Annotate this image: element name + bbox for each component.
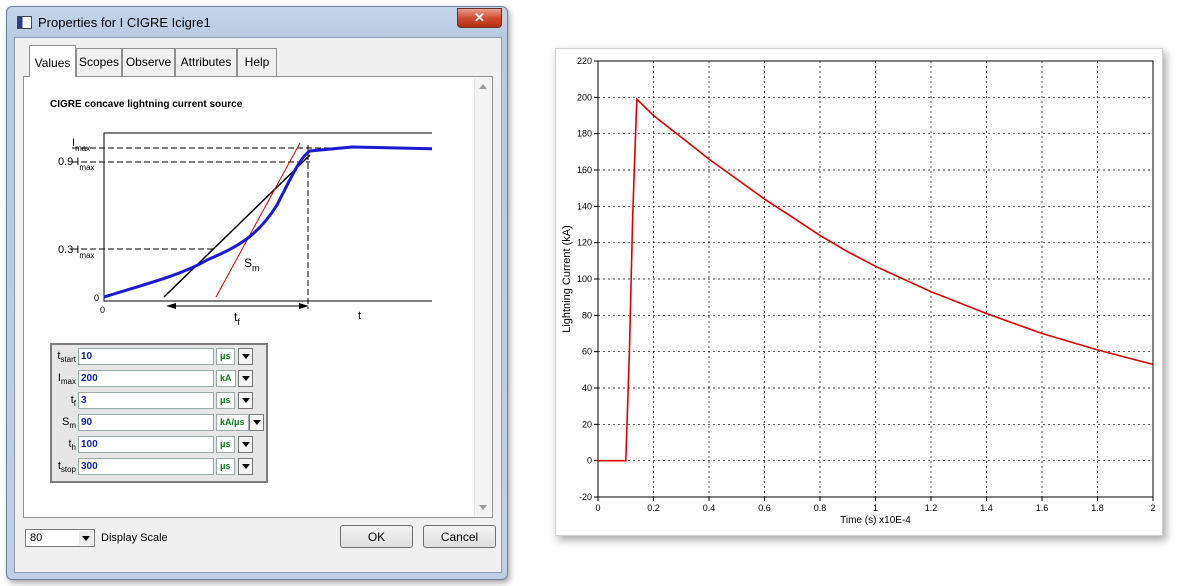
tstart-unit: μs — [216, 348, 235, 365]
tf-unit-dropdown[interactable] — [238, 392, 253, 409]
y-tick-label: 120 — [577, 238, 592, 248]
y-tick-label: 100 — [577, 274, 592, 284]
y-tick-label: 40 — [582, 383, 592, 393]
x-tick-label: 0.4 — [703, 503, 716, 513]
display-scale-select[interactable]: 80 — [25, 529, 95, 547]
y-tick-label: 180 — [577, 129, 592, 139]
label-t: t — [358, 310, 361, 322]
chevron-down-icon[interactable] — [79, 531, 93, 545]
dialog-client-area: Values Scopes Observe Attributes Help CI… — [14, 37, 502, 573]
ok-button[interactable]: OK — [340, 525, 413, 548]
sm-unit: kA/μs — [216, 414, 249, 431]
tstop-unit-dropdown[interactable] — [238, 458, 253, 475]
y-tick-label: 160 — [577, 165, 592, 175]
app-icon — [17, 16, 32, 29]
x-tick-label: 1.8 — [1091, 503, 1104, 513]
waveform-diagram: Imax 0.9 Imax 0.3 Imax Sm tf t 0 0 — [58, 132, 432, 325]
tf-unit: μs — [216, 392, 235, 409]
x-tick-label: 1.6 — [1036, 503, 1049, 513]
y-tick-label: -20 — [579, 492, 592, 502]
tstart-input[interactable]: 10 — [78, 348, 214, 365]
y-tick-label: 80 — [582, 310, 592, 320]
label-i09: 0.9 Imax — [58, 156, 95, 172]
y-tick-label: 220 — [577, 56, 592, 66]
param-label: Imax — [57, 372, 76, 387]
parameter-table: tstart 10 μs Imax 200 kA tf 3 μs Sm 90 k… — [50, 343, 268, 483]
label-zero-x: 0 — [100, 305, 105, 315]
param-row-imax: Imax 200 kA — [52, 369, 266, 389]
x-tick-label: 0 — [595, 503, 600, 513]
close-button[interactable]: ✕ — [457, 8, 502, 28]
y-tick-label: 200 — [577, 92, 592, 102]
properties-dialog: Properties for I CIGRE Icigre1 ✕ Values … — [6, 6, 508, 580]
param-row-tstop: tstop 300 μs — [52, 457, 266, 477]
label-zero-y: 0 — [94, 293, 99, 303]
y-tick-label: 0 — [587, 456, 592, 466]
tstart-unit-dropdown[interactable] — [238, 348, 253, 365]
y-axis-label: Lightning Current (kA) — [561, 225, 573, 333]
param-label: tf — [70, 394, 76, 409]
param-row-tf: tf 3 μs — [52, 391, 266, 411]
tstop-unit: μs — [216, 458, 235, 475]
cancel-button[interactable]: Cancel — [423, 525, 496, 548]
window-title: Properties for I CIGRE Icigre1 — [38, 15, 211, 30]
param-row-tstart: tstart 10 μs — [52, 347, 266, 367]
param-label: tstart — [57, 350, 76, 365]
tab-values[interactable]: Values — [29, 45, 76, 77]
scroll-up-icon[interactable] — [479, 84, 487, 89]
th-unit-dropdown[interactable] — [238, 436, 253, 453]
tab-observe[interactable]: Observe — [122, 48, 175, 76]
x-tick-label: 1.2 — [925, 503, 938, 513]
th-unit: μs — [216, 436, 235, 453]
display-scale-label: Display Scale — [101, 532, 168, 544]
y-tick-label: 140 — [577, 201, 592, 211]
lightning-current-chart: 0 0.2 0.4 0.6 0.8 1 1.2 1.4 1.6 1.8 2 -20 0 20 40 60 80 1… — [555, 48, 1163, 536]
x-tick-label: 0.2 — [647, 503, 660, 513]
x-tick-label: 0.8 — [814, 503, 827, 513]
current-waveform — [103, 145, 432, 299]
title-bar[interactable]: Properties for I CIGRE Icigre1 ✕ — [7, 7, 507, 37]
x-tick-label: 0.6 — [758, 503, 771, 513]
x-tick-label: 1 — [873, 503, 878, 513]
param-label: Sm — [61, 416, 76, 431]
chart-svg: 0 0.2 0.4 0.6 0.8 1 1.2 1.4 1.6 1.8 2-200204060801… — [561, 56, 1156, 526]
param-label: th — [68, 438, 76, 453]
param-label: tstop — [57, 460, 76, 475]
slope-line — [215, 142, 301, 298]
tab-attributes[interactable]: Attributes — [175, 48, 237, 76]
imax-input[interactable]: 200 — [78, 370, 214, 387]
param-row-sm: Sm 90 kA/μs — [52, 413, 266, 433]
y-tick-label: 20 — [582, 419, 592, 429]
th-input[interactable]: 100 — [78, 436, 214, 453]
tf-arrow-left-head — [166, 303, 176, 309]
values-panel: CIGRE concave lightning current source I… — [23, 76, 493, 518]
label-imax: Imax — [72, 137, 90, 153]
x-tick-label: 2 — [1150, 503, 1155, 513]
scroll-down-icon[interactable] — [479, 505, 487, 510]
tstop-input[interactable]: 300 — [78, 458, 214, 475]
imax-unit-dropdown[interactable] — [238, 370, 253, 387]
x-axis-label: Time (s) x10E-4 — [840, 515, 911, 526]
tab-help[interactable]: Help — [237, 48, 277, 76]
label-i03: 0.3 Imax — [58, 244, 95, 260]
x-tick-label: 1.4 — [980, 503, 993, 513]
label-tf: tf — [234, 310, 240, 325]
component-title: CIGRE concave lightning current source — [50, 99, 243, 110]
panel-scrollbar[interactable] — [474, 78, 491, 516]
sm-unit-dropdown[interactable] — [249, 414, 264, 431]
tangent-line — [163, 154, 311, 298]
sm-input[interactable]: 90 — [78, 414, 214, 431]
label-sm: Sm — [244, 256, 260, 273]
y-tick-label: 60 — [582, 347, 592, 357]
imax-unit: kA — [216, 370, 236, 387]
tf-input[interactable]: 3 — [78, 392, 214, 409]
param-row-th: th 100 μs — [52, 435, 266, 455]
tab-scopes[interactable]: Scopes — [76, 48, 122, 76]
display-scale-value: 80 — [30, 532, 43, 544]
